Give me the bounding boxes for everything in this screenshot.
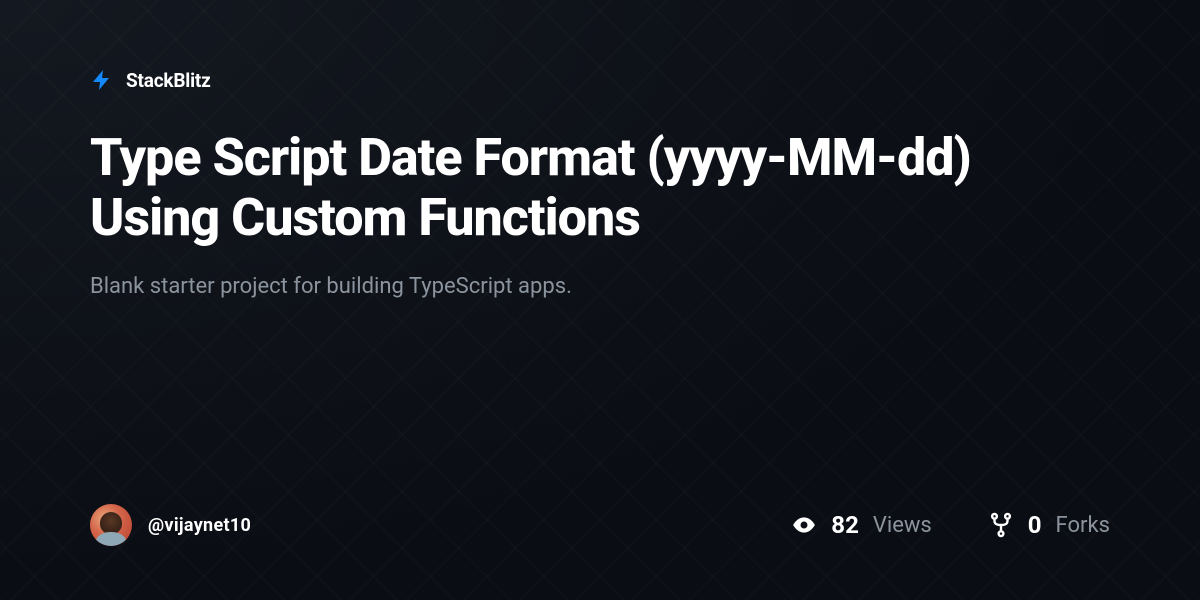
forks-count: 0 bbox=[1028, 511, 1042, 539]
lightning-bolt-icon bbox=[90, 68, 114, 92]
views-stat: 82 Views bbox=[791, 511, 931, 539]
views-count: 82 bbox=[831, 511, 859, 539]
eye-icon bbox=[791, 512, 817, 538]
project-description: Blank starter project for building TypeS… bbox=[90, 272, 1110, 303]
avatar bbox=[90, 504, 132, 546]
footer-bar: @vijaynet10 82 Views bbox=[90, 504, 1110, 546]
forks-stat: 0 Forks bbox=[988, 511, 1110, 539]
author-username: @vijaynet10 bbox=[148, 515, 251, 536]
brand-header: StackBlitz bbox=[90, 68, 1110, 92]
project-stats: 82 Views 0 Forks bbox=[791, 511, 1110, 539]
project-title: Type Script Date Format (yyyy-MM-dd) Usi… bbox=[90, 128, 1070, 248]
forks-label: Forks bbox=[1056, 513, 1110, 538]
fork-icon bbox=[988, 512, 1014, 538]
brand-name: StackBlitz bbox=[126, 69, 211, 92]
author-info[interactable]: @vijaynet10 bbox=[90, 504, 251, 546]
views-label: Views bbox=[873, 513, 932, 538]
